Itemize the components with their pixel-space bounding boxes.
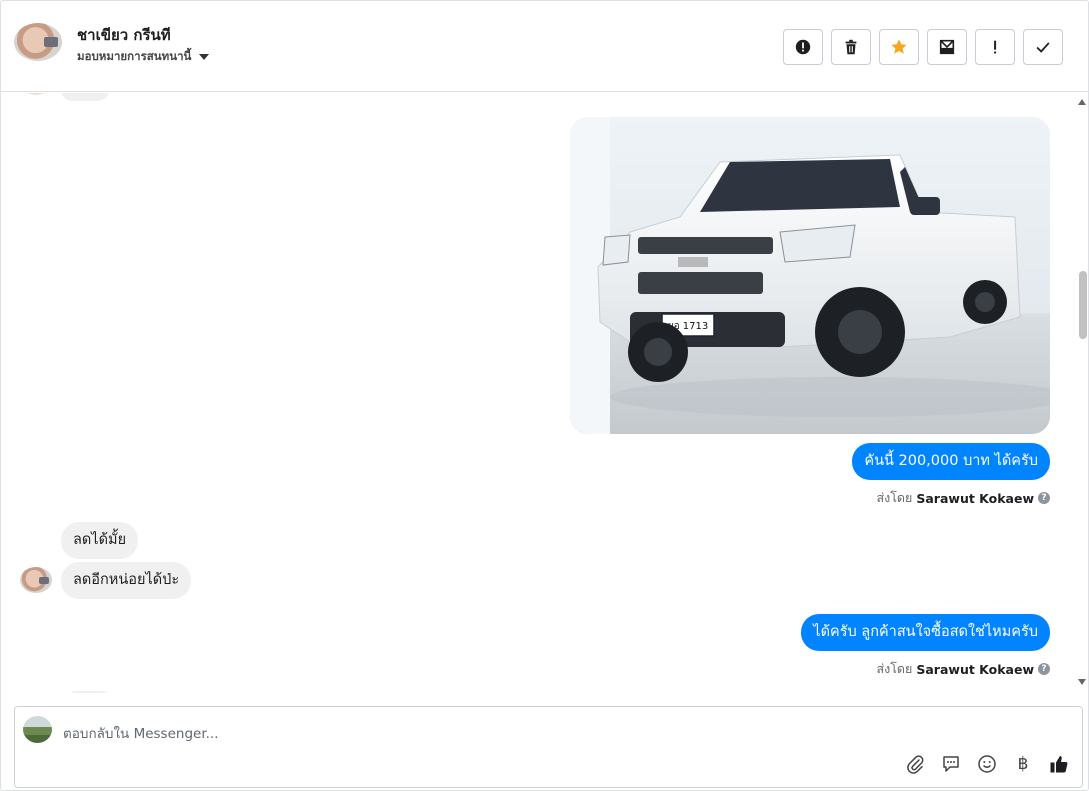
delete-button[interactable] — [831, 29, 871, 65]
paperclip-icon — [907, 755, 924, 774]
help-icon[interactable]: ? — [1038, 492, 1050, 504]
caret-down-icon — [199, 54, 210, 60]
saved-replies-button[interactable] — [938, 751, 964, 777]
contact-avatar-small — [21, 93, 51, 95]
saved-reply-icon — [943, 756, 959, 772]
conversation-header: ชาเขียว กรีนที มอบหมายการสนทนานี้ — [1, 1, 1088, 92]
star-button[interactable] — [879, 29, 919, 65]
incoming-message-bubble — [61, 93, 109, 101]
message-list[interactable]: ผอ 1713 คันนี้ 200,000 บาท ได้ครับ ส่งโด… — [1, 93, 1088, 693]
outgoing-message-bubble[interactable]: คันนี้ 200,000 บาท ได้ครับ — [852, 443, 1050, 480]
alert-circle-icon — [795, 39, 811, 55]
reply-input-placeholder[interactable]: ตอบกลับใน Messenger... — [63, 722, 219, 744]
scrollbar[interactable] — [1078, 97, 1088, 689]
header-actions — [783, 29, 1063, 65]
sent-by-prefix: ส่งโดย — [876, 661, 913, 676]
assign-conversation-dropdown[interactable]: มอบหมายการสนทนานี้ — [77, 48, 210, 66]
assign-label: มอบหมายการสนทนานี้ — [77, 49, 192, 63]
outgoing-message-bubble[interactable]: ได้ครับ ลูกค้าสนใจซื้อสดใช่ไหมครับ — [801, 614, 1050, 651]
scroll-up-arrow-icon[interactable] — [1078, 99, 1086, 105]
page-avatar — [23, 716, 52, 743]
incoming-message-bubble[interactable]: ลดอีกหน่อยได้ป่ะ — [61, 562, 192, 599]
composer-tools: ฿ — [902, 751, 1072, 777]
check-icon — [1036, 42, 1050, 53]
scrollbar-thumb[interactable] — [1079, 271, 1087, 339]
report-button[interactable] — [783, 29, 823, 65]
image-message[interactable]: ผอ 1713 — [570, 117, 1050, 434]
sent-by-name[interactable]: Sarawut Kokaew — [916, 662, 1034, 677]
contact-name[interactable]: ชาเขียว กรีนที — [77, 23, 171, 47]
thumbs-up-icon — [1050, 756, 1068, 773]
sent-by-label: ส่งโดย Sarawut Kokaew ? — [876, 488, 1050, 508]
mark-done-button[interactable] — [1023, 29, 1063, 65]
reply-composer[interactable]: ตอบกลับใน Messenger... ฿ — [14, 706, 1083, 788]
envelope-icon — [939, 39, 955, 55]
scroll-down-arrow-icon[interactable] — [1078, 679, 1086, 685]
follow-up-button[interactable] — [975, 29, 1015, 65]
emoji-icon — [978, 755, 996, 773]
help-icon[interactable]: ? — [1038, 663, 1050, 675]
attach-file-button[interactable] — [902, 751, 928, 777]
sent-by-prefix: ส่งโดย — [876, 490, 913, 505]
conversation-panel: ชาเขียว กรีนที มอบหมายการสนทนานี้ ผอ 171… — [0, 0, 1089, 791]
sent-by-name[interactable]: Sarawut Kokaew — [916, 491, 1034, 506]
incoming-message-bubble[interactable]: ลดได้มั้ย — [61, 522, 139, 559]
like-button[interactable] — [1046, 751, 1072, 777]
trash-icon — [845, 39, 857, 55]
contact-avatar[interactable] — [14, 23, 62, 61]
mark-unread-button[interactable] — [927, 29, 967, 65]
contact-avatar-small — [20, 567, 52, 593]
emoji-button[interactable] — [974, 751, 1000, 777]
exclamation-icon — [994, 40, 997, 54]
sent-by-label: ส่งโดย Sarawut Kokaew ? — [876, 659, 1050, 679]
star-icon — [891, 39, 907, 54]
baht-icon: ฿ — [1017, 754, 1029, 774]
pickup-truck-image: ผอ 1713 — [570, 117, 1050, 434]
incoming-message-bubble — [67, 691, 111, 693]
payment-button[interactable]: ฿ — [1010, 751, 1036, 777]
